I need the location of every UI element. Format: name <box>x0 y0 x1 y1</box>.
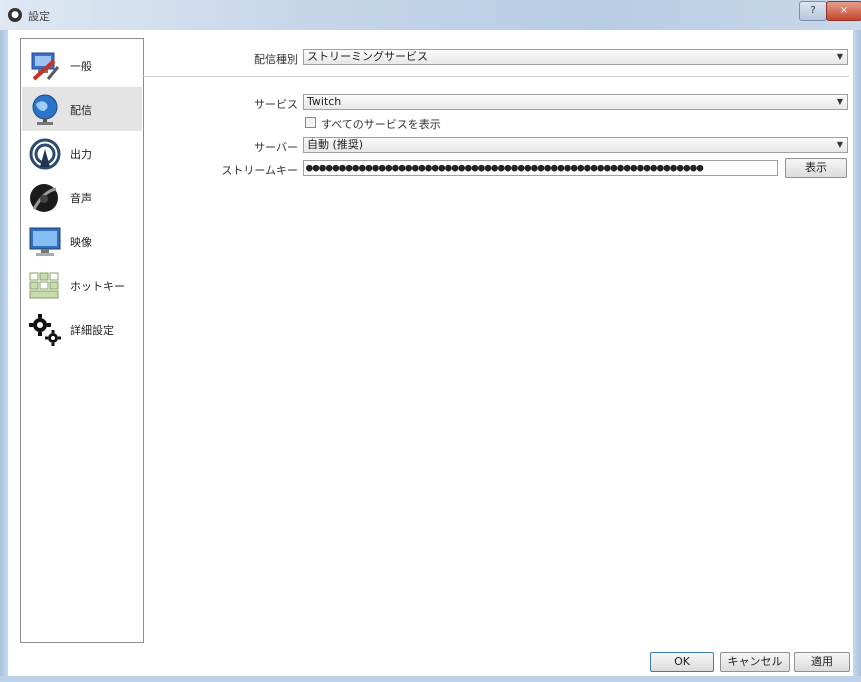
sidebar-item-video[interactable]: 映像 <box>22 219 142 263</box>
service-combo[interactable]: Twitch ▼ <box>303 94 848 110</box>
minimize-button[interactable]: ? <box>799 1 827 21</box>
sidebar-item-label: 音声 <box>70 192 92 205</box>
chevron-down-icon: ▼ <box>836 140 843 149</box>
server-value: 自動 (推奨) <box>307 138 364 151</box>
title-bar: ● 設定 ? × <box>0 0 861 30</box>
sidebar-item-audio[interactable]: 音声 <box>22 175 142 219</box>
show-all-services-label[interactable]: すべてのサービスを表示 <box>321 116 441 132</box>
sidebar-item-label: 詳細設定 <box>70 324 114 337</box>
general-icon <box>31 52 60 81</box>
separator-line <box>143 76 849 77</box>
window-title: 設定 <box>28 10 50 23</box>
stream-key-label: ストリームキー <box>221 164 298 177</box>
chevron-down-icon: ▼ <box>836 97 843 106</box>
window-frame-bottom <box>0 676 861 682</box>
show-key-button[interactable]: 表示 <box>785 158 847 178</box>
window-frame-right <box>853 30 861 682</box>
sidebar-item-advanced[interactable]: 詳細設定 <box>22 307 142 351</box>
gears-advanced-icon <box>29 314 61 346</box>
stream-type-value: ストリーミングサービス <box>307 50 428 63</box>
close-button[interactable]: × <box>826 1 861 21</box>
stream-type-combo[interactable]: ストリーミングサービス ▼ <box>303 49 848 65</box>
service-label: サービス <box>254 98 298 111</box>
chevron-down-icon: ▼ <box>836 52 843 61</box>
settings-client-area: 一般 配信 出力 音声 映像 ホットキー 詳細設定 配信種別 ストリーミングサー… <box>8 30 853 676</box>
monitor-video-icon <box>29 227 61 256</box>
apply-button[interactable]: 適用 <box>794 652 850 672</box>
broadcast-output-icon <box>29 138 61 170</box>
stream-key-input[interactable]: ●●●●●●●●●●●●●●●●●●●●●●●●●●●●●●●●●●●●●●●●… <box>303 160 778 176</box>
sidebar-item-label: 配信 <box>70 104 92 117</box>
ok-button[interactable]: OK <box>650 652 714 672</box>
obs-app-icon: ● <box>8 8 22 22</box>
sidebar-item-label: 映像 <box>70 236 92 249</box>
server-combo[interactable]: 自動 (推奨) ▼ <box>303 137 848 153</box>
window-frame-left <box>0 30 8 682</box>
settings-sidebar: 一般 配信 出力 音声 映像 ホットキー 詳細設定 <box>20 38 144 643</box>
sidebar-item-label: ホットキー <box>70 280 125 293</box>
speaker-audio-icon <box>30 184 58 212</box>
sidebar-item-hotkeys[interactable]: ホットキー <box>22 263 142 307</box>
show-all-services-checkbox[interactable] <box>305 117 316 128</box>
cancel-button[interactable]: キャンセル <box>720 652 790 672</box>
sidebar-item-label: 出力 <box>70 148 92 161</box>
keyboard-hotkey-icon <box>29 272 59 299</box>
sidebar-item-general[interactable]: 一般 <box>22 43 142 87</box>
stream-type-label: 配信種別 <box>254 53 298 66</box>
sidebar-item-stream[interactable]: 配信 <box>22 87 142 131</box>
server-label: サーバー <box>254 141 298 154</box>
sidebar-item-label: 一般 <box>70 60 92 73</box>
sidebar-item-output[interactable]: 出力 <box>22 131 142 175</box>
service-value: Twitch <box>307 95 342 108</box>
globe-stream-icon <box>32 94 58 125</box>
